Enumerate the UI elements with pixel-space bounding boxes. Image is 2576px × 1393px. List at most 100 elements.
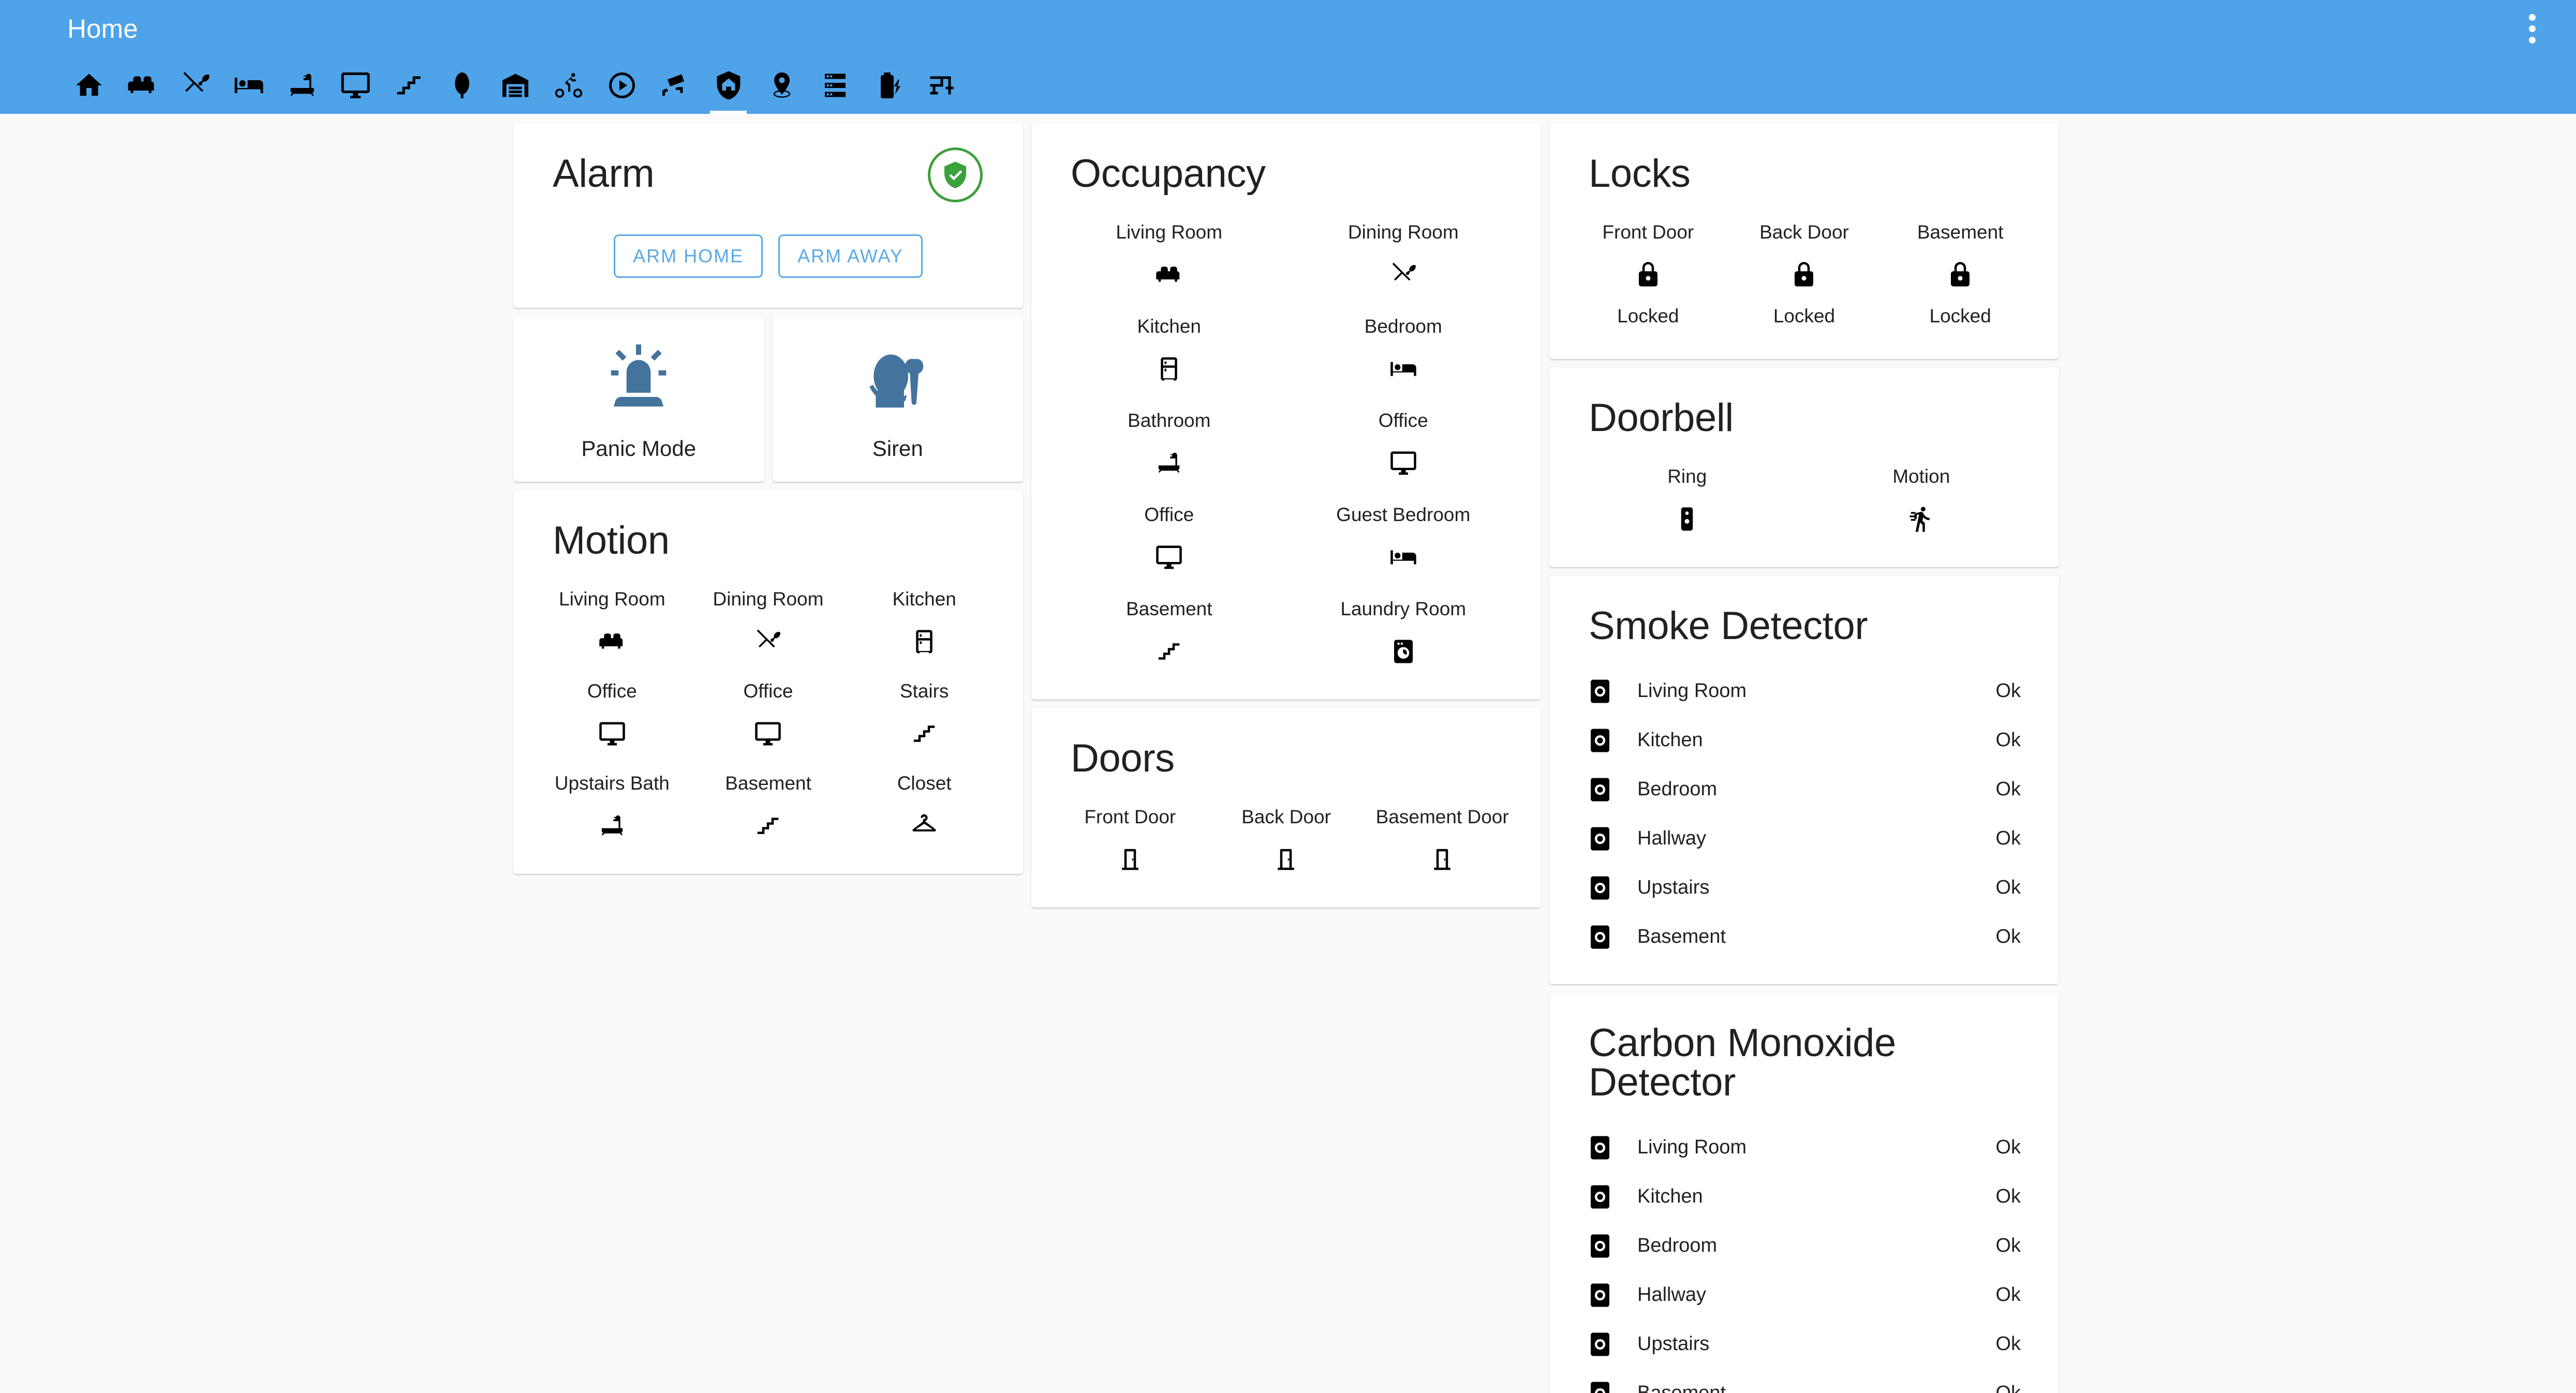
hanger-icon	[910, 812, 938, 840]
tab-outdoor[interactable]	[435, 57, 488, 114]
tab-bathroom[interactable]	[275, 57, 329, 114]
glance-item[interactable]: Front Door	[1052, 803, 1208, 879]
bathtub-icon	[598, 812, 626, 840]
siren-card[interactable]: Siren	[772, 316, 1023, 482]
entity-icon	[1155, 635, 1183, 668]
entity-row[interactable]: Kitchen Ok	[1570, 1172, 2038, 1221]
glance-item[interactable]: Office	[1286, 407, 1521, 482]
entity-row[interactable]: Living Room Ok	[1570, 1123, 2038, 1172]
entity-row[interactable]: Hallway Ok	[1570, 1270, 2038, 1320]
sofa-icon	[127, 70, 158, 101]
glance-item[interactable]: Closet	[846, 769, 1002, 845]
garage-icon	[500, 70, 531, 101]
tab-cameras[interactable]	[648, 57, 702, 114]
entity-row[interactable]: Kitchen Ok	[1570, 716, 2038, 765]
glance-item[interactable]: Basement	[690, 769, 847, 845]
glance-item[interactable]: Dining Room	[1286, 218, 1521, 294]
glance-item[interactable]: Living Room	[534, 585, 690, 661]
entity-name: Front Door	[1084, 806, 1176, 827]
entity-icon	[1155, 259, 1183, 291]
doors-card: Doors Front Door Back Door Basement Door	[1031, 708, 1541, 908]
glance-item[interactable]: Kitchen	[1052, 313, 1286, 388]
tab-settings[interactable]	[915, 57, 968, 114]
entity-row[interactable]: Hallway Ok	[1570, 814, 2038, 863]
tab-dining-room[interactable]	[169, 57, 222, 114]
glance-item[interactable]: Guest Bedroom	[1286, 501, 1521, 576]
glance-item[interactable]: Basement Locked	[1882, 218, 2038, 330]
entity-name: Office	[1144, 504, 1194, 525]
tab-stairs[interactable]	[382, 57, 435, 114]
tab-office[interactable]	[329, 57, 382, 114]
entity-icon	[1428, 843, 1456, 876]
entity-name: Basement Door	[1375, 806, 1509, 827]
arm-away-button[interactable]: ARM AWAY	[778, 234, 923, 278]
glance-item[interactable]: Ring	[1570, 463, 1804, 538]
entity-state: Ok	[1995, 1382, 2021, 1393]
tab-garage[interactable]	[488, 57, 542, 114]
entity-row[interactable]: Living Room Ok	[1570, 666, 2038, 716]
glance-item[interactable]: Office	[1052, 501, 1286, 576]
tab-energy[interactable]	[542, 57, 595, 114]
alarm-title: Alarm	[553, 152, 655, 196]
glance-item[interactable]: Stairs	[846, 677, 1002, 753]
column-right: Locks Front Door Locked Back Door Locked Bas…	[1549, 123, 2059, 1393]
panic-mode-card[interactable]: Panic Mode	[513, 316, 764, 482]
sofa-icon	[1155, 261, 1183, 289]
tab-system[interactable]	[808, 57, 862, 114]
smoke-detector-icon	[1586, 825, 1614, 853]
glance-item[interactable]: Dining Room	[690, 585, 847, 661]
smoke-detector-rows: Living Room Ok Kitchen Ok Bedroom Ok Hallway Ok…	[1549, 646, 2059, 984]
tab-living-room[interactable]	[115, 57, 169, 114]
entity-row[interactable]: Bedroom Ok	[1570, 765, 2038, 814]
entity-icon	[1673, 503, 1701, 535]
run-icon	[1907, 505, 1935, 533]
smoke-detector-icon	[1586, 1281, 1614, 1309]
glance-item[interactable]: Basement Door	[1364, 803, 1520, 879]
entity-icon	[754, 718, 782, 750]
glance-item[interactable]: Front Door Locked	[1570, 218, 1726, 330]
tab-media[interactable]	[595, 57, 648, 114]
dots-vertical-icon[interactable]	[2525, 9, 2539, 48]
entity-row[interactable]: Bedroom Ok	[1570, 1221, 2038, 1270]
stairs-icon	[910, 720, 938, 748]
tab-security[interactable]	[702, 57, 755, 114]
tab-map[interactable]	[755, 57, 808, 114]
glance-item[interactable]: Laundry Room	[1286, 595, 1521, 671]
entity-row[interactable]: Upstairs Ok	[1570, 1320, 2038, 1369]
tab-home[interactable]	[62, 57, 115, 114]
siren-label: Siren	[872, 436, 923, 461]
entity-icon	[1585, 1132, 1616, 1163]
glance-item[interactable]: Office	[690, 677, 847, 753]
co-detector-rows: Living Room Ok Kitchen Ok Bedroom Ok Hallway Ok…	[1549, 1102, 2059, 1393]
glance-item[interactable]: Basement	[1052, 595, 1286, 671]
tab-battery[interactable]	[862, 57, 915, 114]
glance-item[interactable]: Office	[534, 677, 690, 753]
entity-row[interactable]: Upstairs Ok	[1570, 863, 2038, 912]
glance-item[interactable]: Back Door Locked	[1726, 218, 1883, 330]
glance-item[interactable]: Living Room	[1052, 218, 1286, 294]
entity-row[interactable]: Basement Ok	[1570, 912, 2038, 961]
glance-item[interactable]: Back Door	[1208, 803, 1365, 879]
entity-icon	[1585, 1280, 1616, 1311]
entity-name: Upstairs Bath	[554, 773, 670, 794]
lock-icon	[1634, 261, 1662, 289]
entity-state: Ok	[1995, 680, 2021, 702]
glance-item[interactable]: Upstairs Bath	[534, 769, 690, 845]
arm-home-button[interactable]: ARM HOME	[614, 234, 763, 278]
panic-mode-label: Panic Mode	[581, 436, 697, 461]
glance-item[interactable]: Kitchen	[846, 585, 1002, 661]
entity-icon	[1389, 541, 1417, 573]
entity-name: Basement	[1637, 1382, 1726, 1393]
tab-bedroom[interactable]	[222, 57, 275, 114]
glance-item[interactable]: Bedroom	[1286, 313, 1521, 388]
glance-item[interactable]: Bathroom	[1052, 407, 1286, 482]
shield-check-icon[interactable]	[928, 147, 983, 202]
map-marker-icon	[766, 70, 797, 101]
glance-item[interactable]: Motion	[1804, 463, 2039, 538]
sofa-icon	[598, 628, 626, 656]
entity-row[interactable]: Basement Ok	[1570, 1369, 2038, 1393]
bike-icon	[553, 70, 584, 101]
entity-name: Bathroom	[1128, 410, 1211, 431]
smoke-detector-icon	[1586, 1232, 1614, 1260]
entity-name: Office	[1378, 410, 1428, 431]
